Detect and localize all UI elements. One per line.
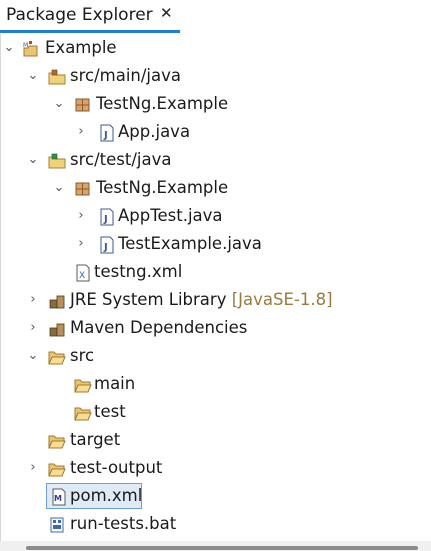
chevron-right-icon[interactable]: › [26,286,40,314]
tree-item-testexample-java[interactable]: › J TestExample.java [0,230,431,258]
tree-item-label: testng.xml [94,262,183,281]
tree-item-jre-library[interactable]: › JRE System Library [JavaSE-1.8] [0,286,431,314]
project-tree: ⌄ M Example ⌄ src/main/java ⌄ TestNg.Exa… [0,34,431,539]
tree-item-test-output[interactable]: › test-output [0,454,431,482]
source-folder-icon [48,67,66,85]
tree-item-label: src/test/java [70,150,172,169]
maven-pom-icon: M [50,487,68,506]
chevron-down-icon[interactable]: ⌄ [2,34,16,62]
svg-text:X: X [79,271,85,281]
tree-item-app-java[interactable]: › J App.java [0,118,431,146]
java-file-icon: J [98,123,116,142]
maven-project-icon: M [22,39,40,57]
java-file-icon: J [98,235,116,254]
chevron-down-icon[interactable]: ⌄ [26,342,40,370]
open-folder-icon [74,403,92,421]
tree-item-src[interactable]: ⌄ src [0,342,431,370]
svg-text:M: M [54,494,62,503]
package-icon [74,95,92,113]
svg-text:J: J [103,214,108,225]
tree-item-label: Maven Dependencies [70,318,248,337]
tree-item-label-group: JRE System Library [JavaSE-1.8] [70,286,333,314]
package-icon [74,179,92,197]
tree-item-label: TestNg.Example [96,94,229,113]
chevron-down-icon[interactable]: ⌄ [52,90,66,118]
chevron-right-icon[interactable]: › [26,314,40,342]
tree-item-label: src/main/java [70,66,182,85]
tab-title: Package Explorer [6,5,153,25]
svg-text:J: J [103,130,108,141]
test-source-folder-icon [48,151,66,169]
tree-item-apptest-java[interactable]: › J AppTest.java [0,202,431,230]
batch-file-icon [48,515,66,533]
svg-text:M: M [23,42,28,49]
svg-text:J: J [103,242,108,253]
view-tab-bar: Package Explorer ✕ [0,0,431,34]
tree-item-target[interactable]: target [0,426,431,454]
tree-item-label: run-tests.bat [70,514,177,533]
tree-item-label: AppTest.java [118,206,223,225]
tree-item-label: App.java [118,122,191,141]
tree-item-src-main-java[interactable]: ⌄ src/main/java [0,62,431,90]
chevron-right-icon[interactable]: › [74,230,88,258]
tree-item-maven-dependencies[interactable]: › Maven Dependencies [0,314,431,342]
tree-item-package-test[interactable]: ⌄ TestNg.Example [0,174,431,202]
chevron-down-icon[interactable]: ⌄ [26,146,40,174]
chevron-right-icon[interactable]: › [74,202,88,230]
tree-item-label: JRE System Library [70,290,227,309]
open-folder-icon [48,347,66,365]
tree-item-label: main [94,374,136,393]
xml-file-icon: X [74,263,92,282]
open-folder-icon [48,431,66,449]
open-folder-icon [48,459,66,477]
chevron-down-icon[interactable]: ⌄ [52,174,66,202]
open-folder-icon [74,375,92,393]
tree-item-pom-xml[interactable]: M pom.xml [0,482,431,510]
tree-item-label: target [70,430,121,449]
tree-item-label: pom.xml [70,486,143,505]
chevron-down-icon[interactable]: ⌄ [26,62,40,90]
tree-item-run-tests-bat[interactable]: run-tests.bat [0,510,431,538]
close-icon[interactable]: ✕ [160,4,173,22]
java-file-icon: J [98,207,116,226]
tree-item-label: Example [45,38,117,57]
tree-item-main[interactable]: main [0,370,431,398]
tree-item-label: TestNg.Example [96,178,229,197]
tree-item-testng-xml[interactable]: X testng.xml [0,258,431,286]
tab-package-explorer[interactable]: Package Explorer ✕ [0,0,180,33]
chevron-right-icon[interactable]: › [26,454,40,482]
tree-item-label: test-output [70,458,163,477]
library-icon [48,319,66,337]
tree-item-src-test-java[interactable]: ⌄ src/test/java [0,146,431,174]
library-icon [48,291,66,309]
tree-item-test[interactable]: test [0,398,431,426]
tree-item-project-example[interactable]: ⌄ M Example [0,34,431,62]
horizontal-scrollbar-thumb[interactable] [26,546,418,550]
chevron-right-icon[interactable]: › [74,118,88,146]
jre-version-decoration: [JavaSE-1.8] [231,290,333,309]
tree-item-label: TestExample.java [118,234,262,253]
tree-item-package-main[interactable]: ⌄ TestNg.Example [0,90,431,118]
tree-item-label: src [70,346,95,365]
tree-item-label: test [94,402,126,421]
